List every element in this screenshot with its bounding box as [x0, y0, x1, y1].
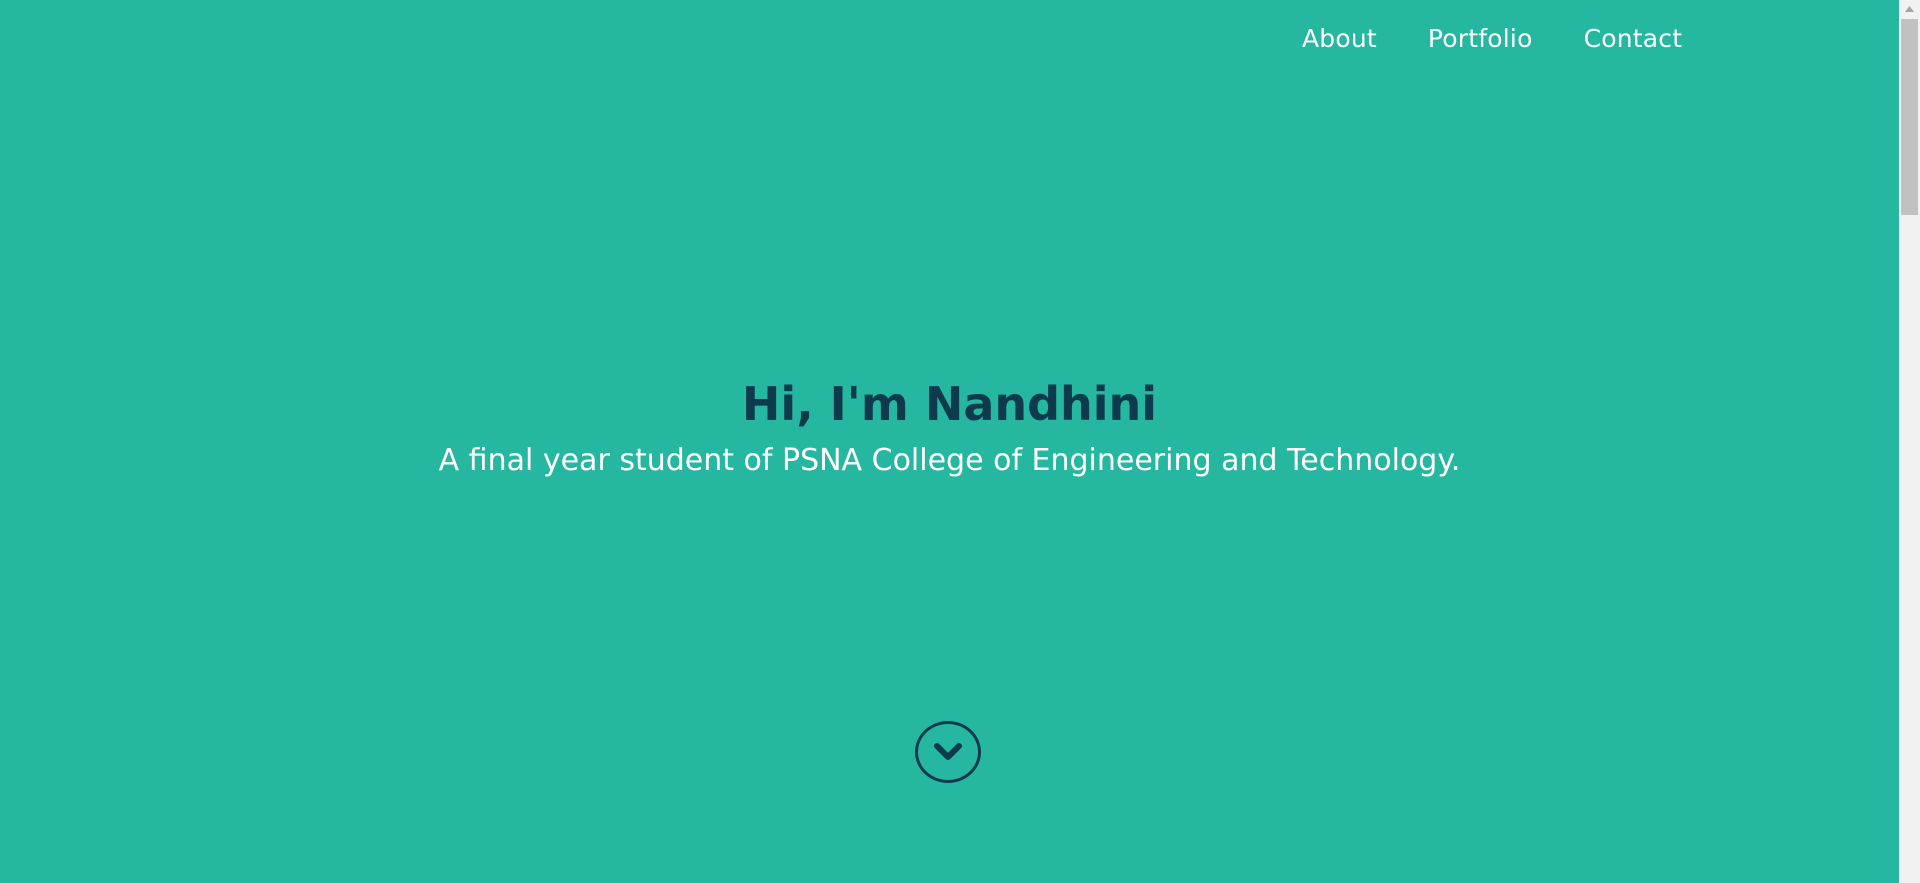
triangle-up-icon: [1905, 5, 1914, 12]
nav-link-about[interactable]: About: [1302, 22, 1377, 56]
scrollbar-thumb[interactable]: [1901, 19, 1918, 215]
top-nav: About Portfolio Contact: [1302, 22, 1682, 56]
scroll-down-button[interactable]: [915, 721, 981, 783]
nav-link-portfolio[interactable]: Portfolio: [1428, 22, 1533, 56]
hero-section: About Portfolio Contact Hi, I'm Nandhini…: [0, 0, 1899, 883]
nav-link-contact[interactable]: Contact: [1584, 22, 1683, 56]
hero-heading: Hi, I'm Nandhini: [741, 377, 1158, 431]
vertical-scrollbar[interactable]: [1899, 0, 1920, 883]
scroll-up-arrow[interactable]: [1899, 0, 1920, 17]
page: About Portfolio Contact Hi, I'm Nandhini…: [0, 0, 1920, 883]
chevron-down-icon: [934, 743, 962, 760]
hero-subheading: A final year student of PSNA College of …: [438, 443, 1461, 478]
